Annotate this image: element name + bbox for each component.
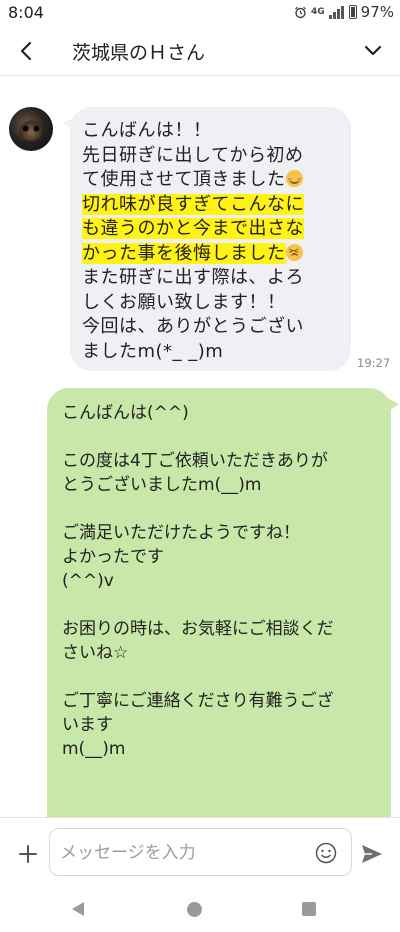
chat-header: 茨城県のＨさん xyxy=(0,26,400,76)
message-line: とうございましたm(__)m xyxy=(62,475,262,495)
message-input[interactable] xyxy=(60,839,300,867)
chat-area[interactable]: こんばんは！！ 先日研ぎに出してから初め て使用させて頂きました 切れ味が良すぎ… xyxy=(0,77,400,817)
plus-icon[interactable] xyxy=(16,842,40,866)
message-line: 今回は、ありがとうござい xyxy=(82,316,304,337)
highlighted-line: 切れ味が良すぎてこんなに xyxy=(82,193,304,215)
message-line: て使用させて頂きました xyxy=(82,168,345,193)
message-line: います xyxy=(62,715,113,735)
message-line xyxy=(62,497,383,521)
message-line: しくお願い致します！！ xyxy=(82,291,286,313)
nav-home-icon[interactable] xyxy=(187,902,202,917)
message-line: さいね☆ xyxy=(62,643,129,663)
composer-bar xyxy=(0,817,400,887)
message-line: (^^)v xyxy=(62,571,114,591)
message-line: また研ぎに出す際は、よろ xyxy=(82,267,304,288)
chat-title: 茨城県のＨさん xyxy=(72,42,206,64)
nav-recents-icon[interactable] xyxy=(302,902,316,916)
network-type: 4G xyxy=(311,7,325,17)
message-line: ご満足いただけたようですね！ xyxy=(62,523,300,543)
smiling-face-icon xyxy=(285,170,303,187)
highlighted-line: も違うのかと今まで出さな xyxy=(82,218,304,239)
message-line: よかったです xyxy=(62,547,164,567)
message-line: ましたm(*_ _)m xyxy=(82,340,224,362)
message-line: この度は4丁ご依頼いただきありが xyxy=(62,451,328,471)
outgoing-message[interactable]: こんばんは(^^) この度は4丁ご依頼いただきありが とうございましたm(__)… xyxy=(47,388,399,817)
highlighted-line: かった事を後悔しました > < xyxy=(82,242,345,267)
message-line: こんばんは！！ xyxy=(82,120,212,141)
signal-icon xyxy=(328,5,344,19)
status-icons: 4G 97% xyxy=(294,3,394,21)
battery-level: 97% xyxy=(360,3,394,21)
message-line: ご丁寧にご連絡くださり有難うござ xyxy=(62,691,334,711)
system-nav-bar xyxy=(0,887,400,932)
back-arrow-icon[interactable] xyxy=(14,38,40,64)
status-time: 8:04 xyxy=(8,3,44,22)
message-line: こんばんは(^^) xyxy=(62,403,189,423)
chevron-down-icon[interactable] xyxy=(360,38,386,64)
battery-icon xyxy=(348,5,357,19)
message-line xyxy=(62,665,383,689)
message-line: お困りの時は、お気軽にご相談くだ xyxy=(62,619,334,639)
message-line: m(__)m xyxy=(62,739,126,759)
message-line: 先日研ぎに出してから初め xyxy=(82,144,304,166)
status-bar: 8:04 4G 97% xyxy=(0,0,400,26)
alarm-icon xyxy=(295,6,306,18)
message-line xyxy=(62,425,383,449)
message-timestamp: 19:27 xyxy=(357,356,391,370)
avatar[interactable] xyxy=(9,107,53,151)
frustrated-face-icon: > < xyxy=(285,243,303,261)
send-icon[interactable] xyxy=(360,843,384,865)
message-line xyxy=(62,593,383,617)
emoji-icon[interactable] xyxy=(315,842,337,864)
message-input-box[interactable] xyxy=(49,828,352,876)
incoming-message[interactable]: こんばんは！！ 先日研ぎに出してから初め て使用させて頂きました 切れ味が良すぎ… xyxy=(63,107,351,371)
nav-back-icon[interactable] xyxy=(70,901,86,917)
